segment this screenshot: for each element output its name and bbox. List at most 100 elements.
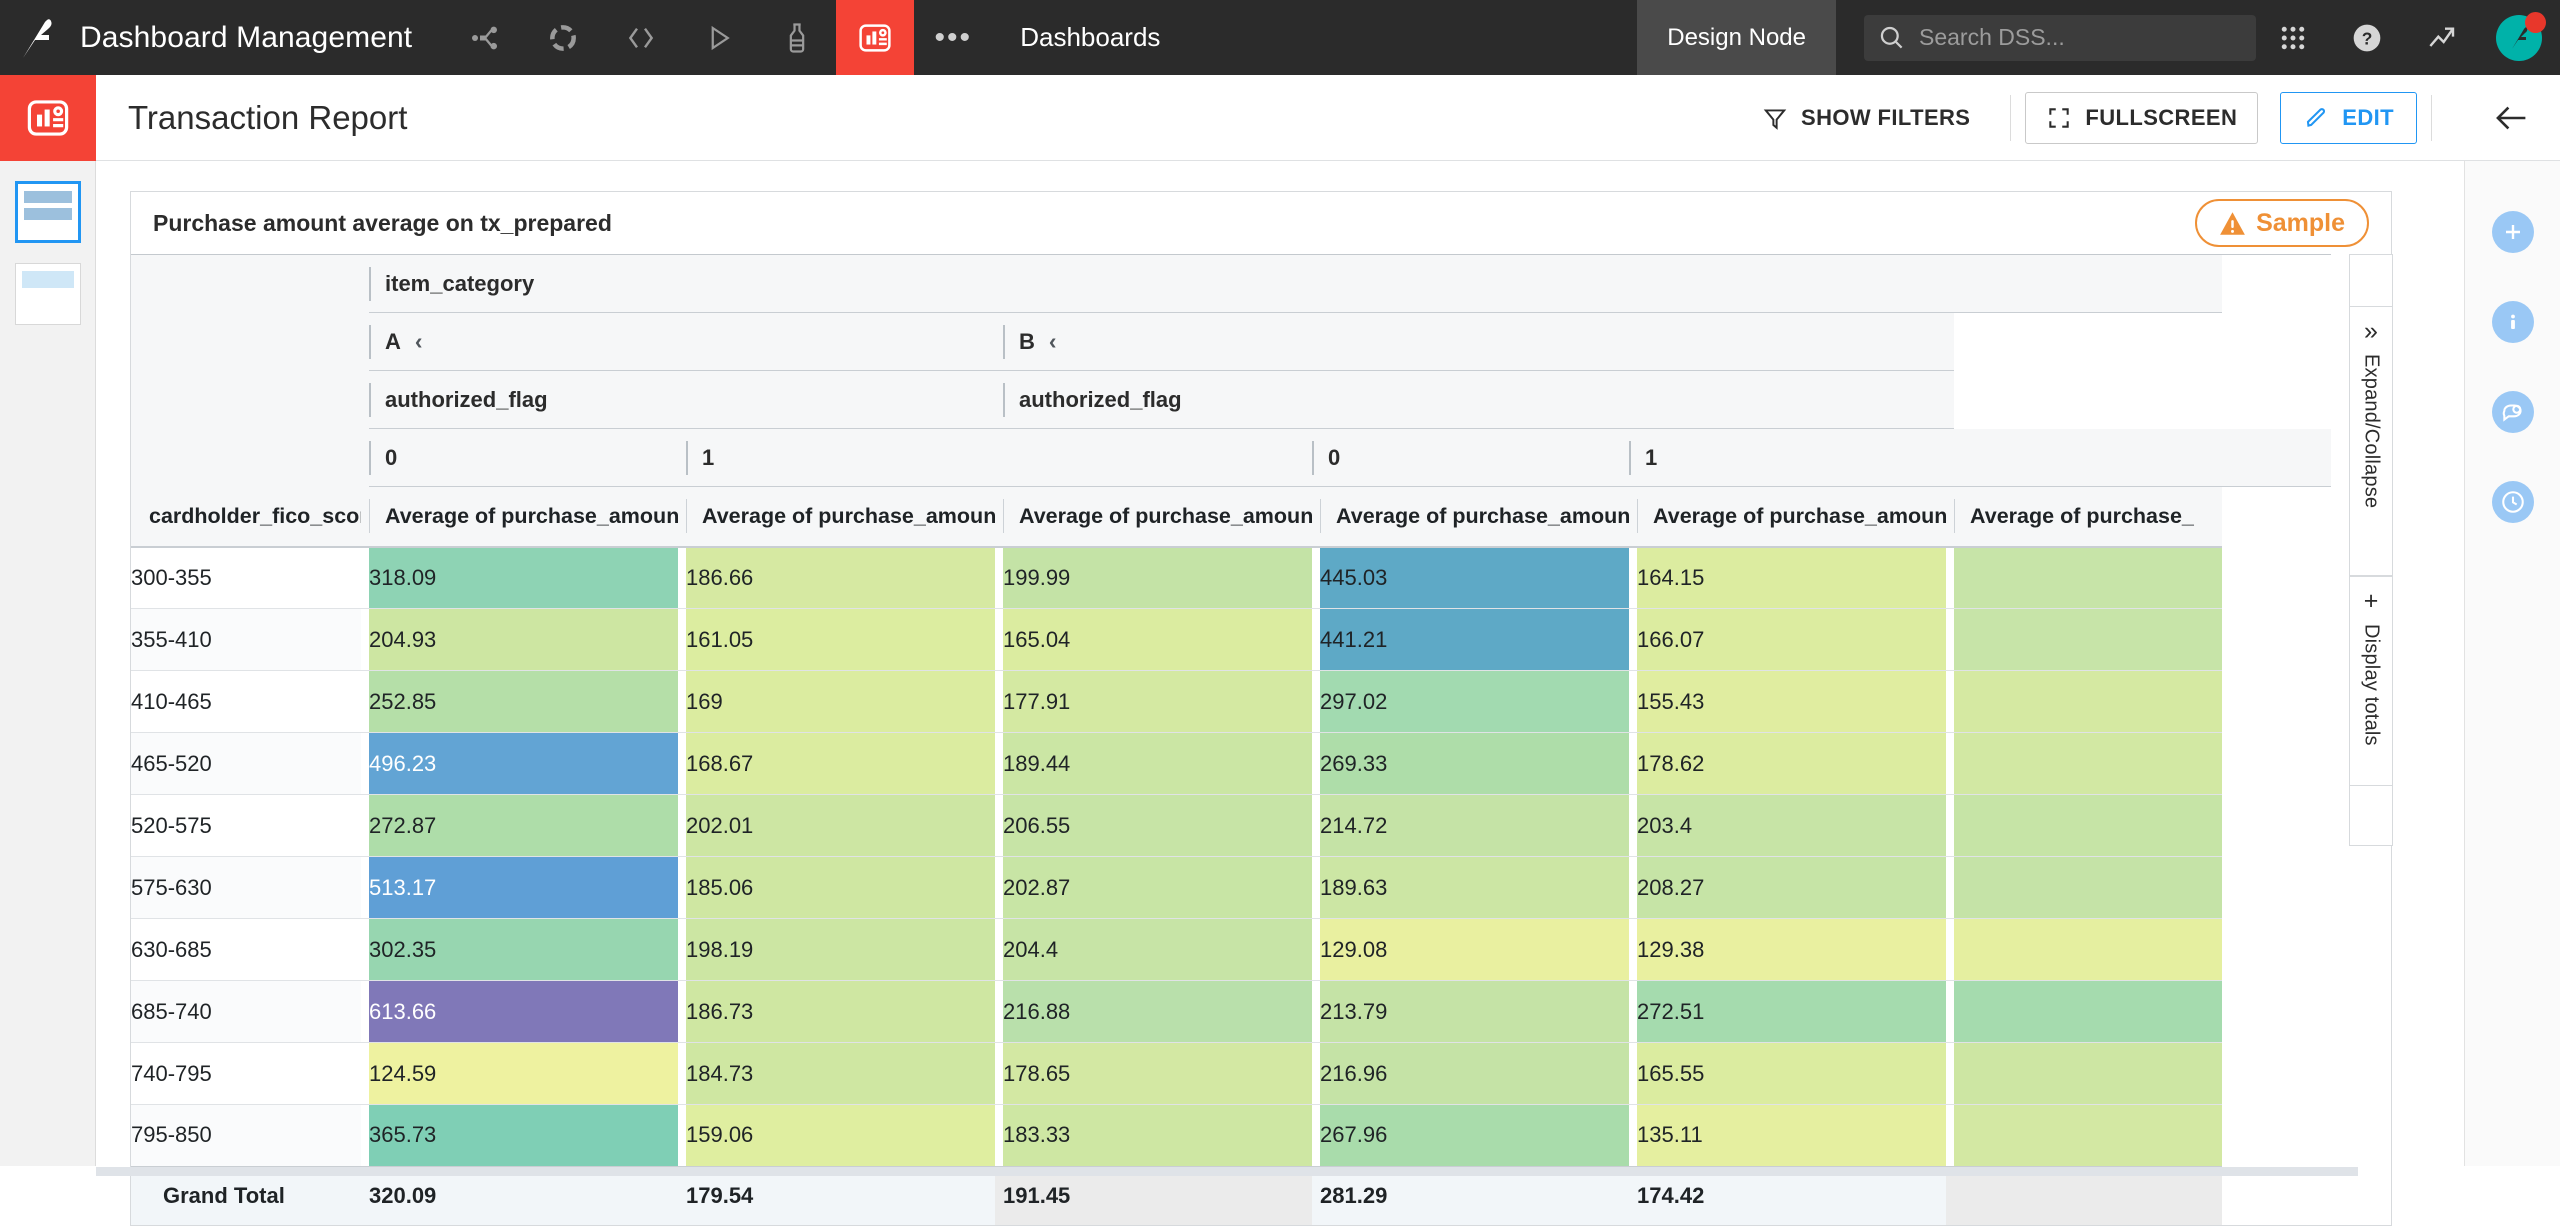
table-cell[interactable]: 177.91	[1003, 670, 1313, 733]
table-cell[interactable]: 169	[686, 670, 995, 733]
table-row[interactable]: 740-795 124.59 184.73 178.65 216.96 165.55	[131, 1042, 2331, 1105]
recipe-icon[interactable]	[524, 0, 602, 75]
table-cell[interactable]: 124.59	[369, 1042, 678, 1105]
table-row[interactable]: 575-630 513.17 185.06 202.87 189.63 208.27	[131, 856, 2331, 919]
chevron-left-icon[interactable]: ‹	[1049, 328, 1057, 355]
table-cell[interactable]: 496.23	[369, 732, 678, 795]
design-node-badge[interactable]: Design Node	[1637, 0, 1836, 75]
table-cell[interactable]	[1954, 670, 2223, 733]
category-cell-a[interactable]: A ‹	[369, 312, 995, 371]
help-icon[interactable]: ?	[2330, 0, 2404, 75]
table-cell[interactable]: 216.88	[1003, 980, 1313, 1043]
table-cell[interactable]: 165.04	[1003, 608, 1313, 671]
show-filters-button[interactable]: SHOW FILTERS	[1736, 105, 1996, 131]
table-cell[interactable]: 272.51	[1637, 980, 1947, 1043]
table-cell[interactable]	[1954, 546, 2223, 609]
table-cell[interactable]: 269.33	[1320, 732, 1630, 795]
table-cell[interactable]: 202.01	[686, 794, 995, 857]
history-icon[interactable]	[2491, 481, 2534, 523]
table-cell[interactable]: 202.87	[1003, 856, 1313, 919]
slide-thumbnail-1[interactable]	[14, 181, 81, 243]
table-cell[interactable]	[1954, 794, 2223, 857]
table-cell[interactable]: 129.08	[1320, 918, 1630, 981]
table-cell[interactable]: 155.43	[1637, 670, 1947, 733]
table-cell[interactable]: 159.06	[686, 1104, 995, 1167]
table-cell[interactable]: 186.73	[686, 980, 995, 1043]
table-cell[interactable]: 365.73	[369, 1104, 678, 1167]
table-row[interactable]: 520-575 272.87 202.01 206.55 214.72 203.4	[131, 794, 2331, 857]
table-row[interactable]: 355-410 204.93 161.05 165.04 441.21 166.07	[131, 608, 2331, 671]
table-cell[interactable]: 272.87	[369, 794, 678, 857]
table-cell[interactable]: 214.72	[1320, 794, 1630, 857]
fullscreen-button[interactable]: FULLSCREEN	[2025, 91, 2259, 144]
chevron-left-icon[interactable]: ‹	[415, 328, 423, 355]
slide-thumbnail-2[interactable]	[14, 263, 81, 325]
table-row[interactable]: 300-355 318.09 186.66 199.99 445.03 164.15	[131, 546, 2331, 609]
dashboard-icon[interactable]	[836, 0, 915, 75]
table-cell[interactable]: 204.4	[1003, 918, 1313, 981]
add-icon[interactable]	[2491, 211, 2534, 253]
table-cell[interactable]: 129.38	[1637, 918, 1947, 981]
back-button[interactable]	[2462, 75, 2560, 161]
table-cell[interactable]: 208.27	[1637, 856, 1947, 919]
sample-badge[interactable]: Sample	[2195, 199, 2369, 247]
code-icon[interactable]	[602, 0, 680, 75]
table-cell[interactable]: 178.65	[1003, 1042, 1313, 1105]
display-totals-tab[interactable]: + Display totals	[2349, 576, 2393, 786]
table-cell[interactable]: 198.19	[686, 918, 995, 981]
more-icon[interactable]: •••	[914, 0, 992, 75]
table-row[interactable]: 465-520 496.23 168.67 189.44 269.33 178.62	[131, 732, 2331, 795]
horizontal-scrollbar[interactable]	[96, 1167, 2358, 1176]
table-cell[interactable]: 178.62	[1637, 732, 1947, 795]
table-cell[interactable]: 445.03	[1320, 546, 1630, 609]
lab-icon[interactable]	[758, 0, 836, 75]
table-cell[interactable]	[1954, 856, 2223, 919]
table-cell[interactable]: 183.33	[1003, 1104, 1313, 1167]
table-cell[interactable]: 252.85	[369, 670, 678, 733]
table-cell[interactable]: 213.79	[1320, 980, 1630, 1043]
table-cell[interactable]: 184.73	[686, 1042, 995, 1105]
table-cell[interactable]: 216.96	[1320, 1042, 1630, 1105]
table-cell[interactable]: 166.07	[1637, 608, 1947, 671]
table-cell[interactable]: 204.93	[369, 608, 678, 671]
table-cell[interactable]	[1954, 918, 2223, 981]
table-cell[interactable]: 267.96	[1320, 1104, 1630, 1167]
table-cell[interactable]: 613.66	[369, 980, 678, 1043]
table-row[interactable]: 795-850 365.73 159.06 183.33 267.96 135.11	[131, 1104, 2331, 1167]
table-cell[interactable]	[1954, 608, 2223, 671]
table-cell[interactable]	[1954, 1042, 2223, 1105]
table-cell[interactable]: 203.4	[1637, 794, 1947, 857]
table-cell[interactable]: 168.67	[686, 732, 995, 795]
apps-grid-icon[interactable]	[2256, 0, 2330, 75]
table-row[interactable]: 630-685 302.35 198.19 204.4 129.08 129.38	[131, 918, 2331, 981]
table-cell[interactable]: 164.15	[1637, 546, 1947, 609]
dataiku-logo[interactable]	[0, 0, 72, 75]
table-cell[interactable]: 185.06	[686, 856, 995, 919]
search-input[interactable]: Search DSS...	[1864, 14, 2256, 61]
table-cell[interactable]: 189.44	[1003, 732, 1313, 795]
table-cell[interactable]: 513.17	[369, 856, 678, 919]
table-row[interactable]: 685-740 613.66 186.73 216.88 213.79 272.51	[131, 980, 2331, 1043]
table-cell[interactable]: 318.09	[369, 546, 678, 609]
category-cell-b[interactable]: B ‹	[1003, 312, 1638, 371]
table-cell[interactable]: 186.66	[686, 546, 995, 609]
table-cell[interactable]: 189.63	[1320, 856, 1630, 919]
table-cell[interactable]: 165.55	[1637, 1042, 1947, 1105]
table-cell[interactable]: 161.05	[686, 608, 995, 671]
flow-icon[interactable]	[446, 0, 524, 75]
table-cell[interactable]: 135.11	[1637, 1104, 1947, 1167]
edit-button[interactable]: EDIT	[2280, 91, 2417, 144]
table-cell[interactable]: 302.35	[369, 918, 678, 981]
table-cell[interactable]: 441.21	[1320, 608, 1630, 671]
play-icon[interactable]	[680, 0, 758, 75]
table-cell[interactable]: 206.55	[1003, 794, 1313, 857]
table-cell[interactable]	[1954, 1104, 2223, 1167]
info-icon[interactable]	[2491, 301, 2534, 343]
comments-icon[interactable]	[2491, 391, 2534, 433]
table-cell[interactable]	[1954, 980, 2223, 1043]
table-cell[interactable]: 297.02	[1320, 670, 1630, 733]
user-avatar[interactable]	[2478, 0, 2560, 75]
table-cell[interactable]: 199.99	[1003, 546, 1313, 609]
table-row[interactable]: 410-465 252.85 169 177.91 297.02 155.43	[131, 670, 2331, 733]
expand-collapse-tab[interactable]: » Expand/Collapse	[2349, 306, 2393, 576]
